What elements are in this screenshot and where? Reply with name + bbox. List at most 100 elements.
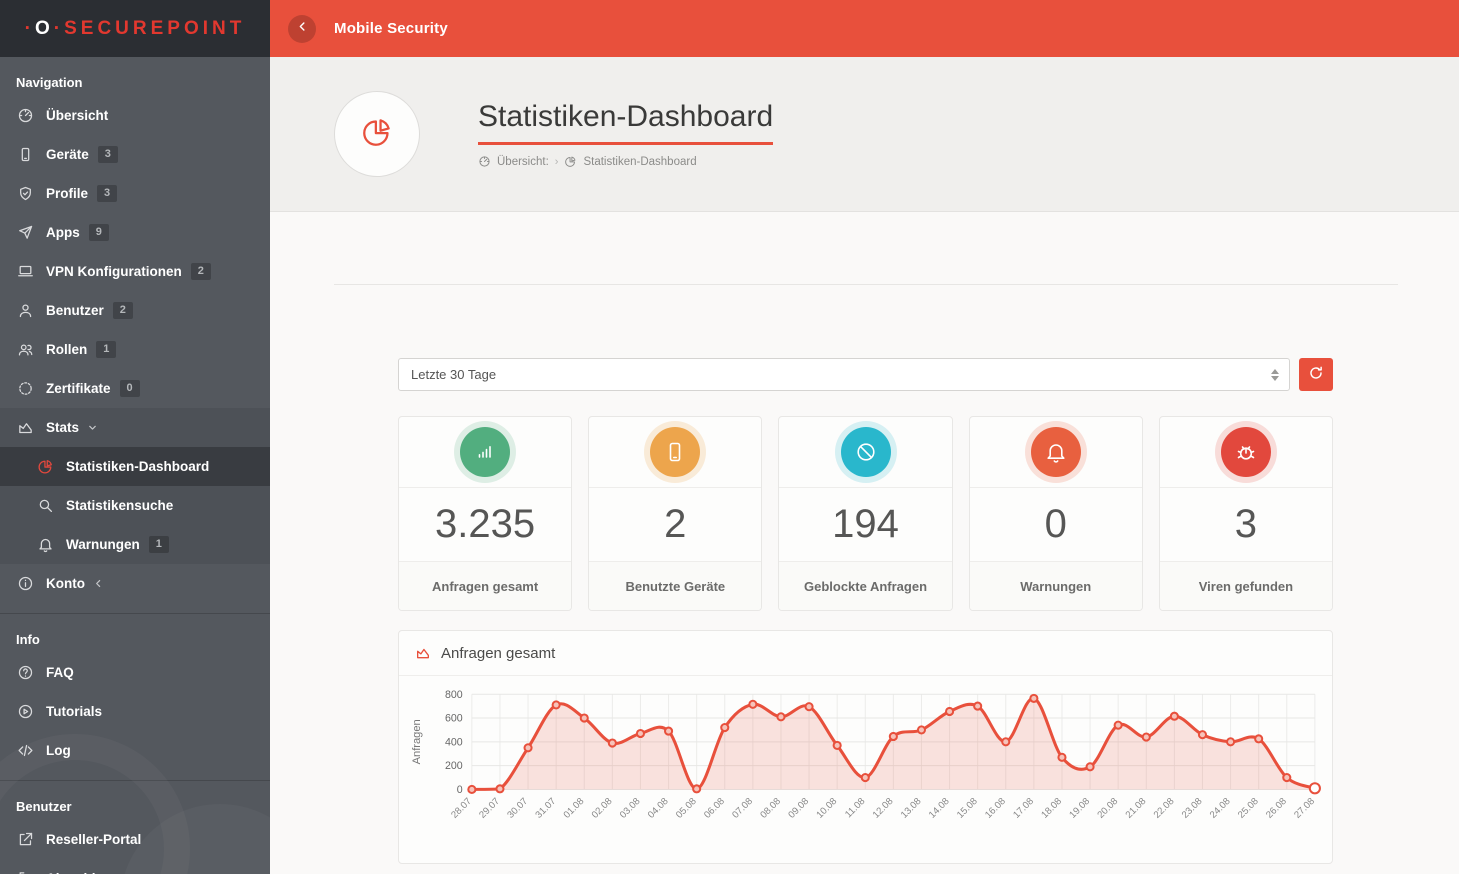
stat-card-benutzte-geräte: 2Benutzte Geräte — [588, 416, 762, 611]
sidebar-item-geräte[interactable]: Geräte3 — [0, 135, 270, 174]
chevron-down-icon — [87, 422, 98, 433]
count-badge: 1 — [96, 341, 116, 358]
svg-text:30.07: 30.07 — [505, 796, 530, 821]
sidebar-item-faq[interactable]: FAQ — [0, 653, 270, 692]
sidebar-item-statistiken-dashboard[interactable]: Statistiken-Dashboard — [0, 447, 270, 486]
logo-strip: ·O·SECUREPOINT — [0, 0, 270, 57]
chart-panel: Anfragen gesamt 020040060080028.0729.073… — [398, 630, 1333, 864]
page-title: Statistiken-Dashboard — [478, 100, 773, 145]
chevron-left-icon — [93, 578, 104, 589]
sidebar-item-vpn-konfigurationen[interactable]: VPN Konfigurationen2 — [0, 252, 270, 291]
svg-text:800: 800 — [445, 689, 463, 701]
stat-value: 0 — [970, 488, 1142, 562]
stat-label: Benutzte Geräte — [589, 562, 761, 610]
sidebar-section-heading: Navigation — [0, 57, 270, 96]
count-badge: 9 — [89, 224, 109, 241]
refresh-button[interactable] — [1299, 358, 1333, 391]
sidebar-item-warnungen[interactable]: Warnungen1 — [0, 525, 270, 564]
count-badge: 3 — [97, 185, 117, 202]
signal-icon — [460, 427, 510, 477]
gauge-icon — [478, 155, 491, 168]
svg-text:24.08: 24.08 — [1208, 796, 1233, 821]
stat-card-viren-gefunden: 3Viren gefunden — [1159, 416, 1333, 611]
sidebar-item-tutorials[interactable]: Tutorials — [0, 692, 270, 731]
svg-text:13.08: 13.08 — [899, 796, 924, 821]
sidebar-item-label: Apps — [46, 225, 80, 240]
main-area: Mobile Security Statistiken-Dashboard Üb… — [270, 0, 1459, 874]
shield-icon — [16, 185, 34, 203]
chart-area-icon — [16, 419, 34, 437]
sidebar-item-stats[interactable]: Stats — [0, 408, 270, 447]
stat-value: 3 — [1160, 488, 1332, 562]
stat-card-anfragen-gesamt: 3.235Anfragen gesamt — [398, 416, 572, 611]
bell-icon — [1031, 427, 1081, 477]
sidebar-item-rollen[interactable]: Rollen 1 — [0, 330, 270, 369]
select-stepper-icon — [1271, 369, 1279, 381]
sidebar-item-label: Geräte — [46, 147, 89, 162]
sidebar-item-benutzer[interactable]: Benutzer2 — [0, 291, 270, 330]
stat-label: Anfragen gesamt — [399, 562, 571, 610]
svg-text:25.08: 25.08 — [1236, 796, 1261, 821]
back-button[interactable] — [288, 15, 316, 43]
sidebar-item-label: Stats — [46, 420, 79, 435]
gauge-icon — [16, 107, 34, 125]
pie-icon — [564, 155, 577, 168]
count-badge: 0 — [120, 380, 140, 397]
sidebar-section-heading: Info — [0, 614, 270, 653]
securepoint-logo[interactable]: ·O·SECUREPOINT — [25, 18, 246, 40]
filter-row: Letzte 30 Tage — [398, 358, 1333, 391]
sidebar-item-konto[interactable]: Konto — [0, 564, 270, 603]
sidebar-item-apps[interactable]: Apps 9 — [0, 213, 270, 252]
svg-text:01.08: 01.08 — [562, 796, 587, 821]
stat-card-geblockte-anfragen: 194Geblockte Anfragen — [778, 416, 952, 611]
sidebar-item-label: Rollen — [46, 342, 87, 357]
date-range-select[interactable]: Letzte 30 Tage — [398, 358, 1290, 391]
area-chart-svg[interactable]: 020040060080028.0729.0730.0731.0701.0802… — [407, 678, 1324, 858]
smartphone-icon — [650, 427, 700, 477]
stat-card-warnungen: 0Warnungen — [969, 416, 1143, 611]
svg-text:09.08: 09.08 — [786, 796, 811, 821]
svg-text:200: 200 — [445, 760, 463, 772]
sidebar-item-zertifikate[interactable]: Zertifikate0 — [0, 369, 270, 408]
requests-chart: 020040060080028.0729.0730.0731.0701.0802… — [399, 676, 1332, 863]
svg-text:04.08: 04.08 — [646, 796, 671, 821]
page-header: Statistiken-Dashboard Übersicht:›Statist… — [270, 57, 1459, 212]
svg-text:15.08: 15.08 — [955, 796, 980, 821]
sidebar-item-label: Statistiken-Dashboard — [66, 459, 209, 474]
breadcrumb-item[interactable]: Statistiken-Dashboard — [583, 156, 696, 168]
date-range-value: Letzte 30 Tage — [411, 367, 1271, 382]
svg-text:10.08: 10.08 — [814, 796, 839, 821]
stat-value: 194 — [779, 488, 951, 562]
sidebar-item-label: Warnungen — [66, 537, 140, 552]
svg-text:07.08: 07.08 — [730, 796, 755, 821]
topbar: Mobile Security — [270, 0, 1459, 57]
svg-text:02.08: 02.08 — [590, 796, 615, 821]
stat-card-icon-area — [779, 417, 951, 488]
svg-text:11.08: 11.08 — [843, 796, 867, 820]
stat-value: 3.235 — [399, 488, 571, 562]
svg-text:26.08: 26.08 — [1264, 796, 1289, 821]
svg-text:06.08: 06.08 — [702, 796, 727, 821]
svg-text:16.08: 16.08 — [983, 796, 1008, 821]
chart-title: Anfragen gesamt — [441, 645, 555, 662]
content-divider — [334, 284, 1398, 285]
svg-text:14.08: 14.08 — [927, 796, 952, 821]
bell-icon — [36, 536, 54, 554]
stat-label: Geblockte Anfragen — [779, 562, 951, 610]
users-icon — [16, 341, 34, 359]
sidebar-item-profile[interactable]: Profile 3 — [0, 174, 270, 213]
sidebar-item-übersicht[interactable]: Übersicht — [0, 96, 270, 135]
rocket-icon — [16, 224, 34, 242]
sidebar-item-label: Profile — [46, 186, 88, 201]
bug-icon — [1221, 427, 1271, 477]
stats-group: Stats Statistiken-Dashboard Statistikensuc… — [0, 408, 270, 564]
stat-card-icon-area — [589, 417, 761, 488]
breadcrumb-item[interactable]: Übersicht: — [497, 156, 549, 168]
search-icon — [36, 497, 54, 515]
content: Letzte 30 Tage 3.235Anfragen gesamt2Benu… — [270, 212, 1459, 874]
sidebar-item-statistikensuche[interactable]: Statistikensuche — [0, 486, 270, 525]
svg-text:12.08: 12.08 — [871, 796, 896, 821]
stat-label: Viren gefunden — [1160, 562, 1332, 610]
svg-text:28.07: 28.07 — [449, 796, 474, 821]
svg-text:03.08: 03.08 — [618, 796, 643, 821]
